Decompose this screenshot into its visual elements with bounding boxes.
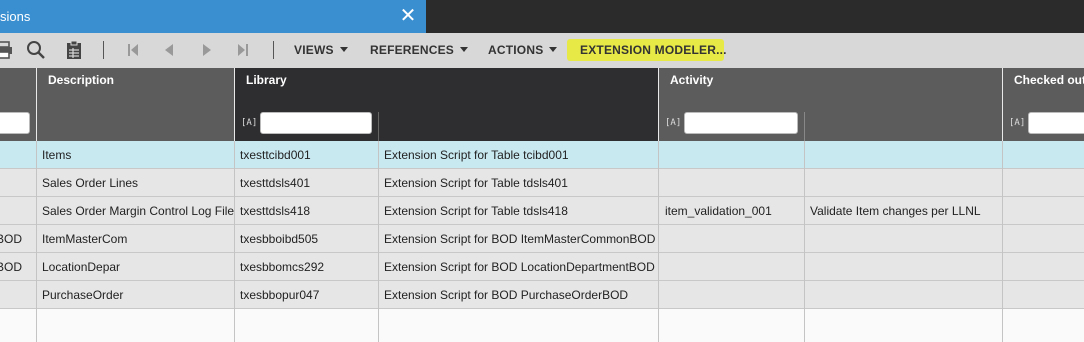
column-divider: [234, 141, 235, 342]
table-row[interactable]: PurchaseOrder txesbbopur047 Extension Sc…: [0, 281, 1084, 309]
print-icon[interactable]: [0, 39, 16, 61]
description-cell: Items: [42, 148, 72, 162]
header-divider: [36, 68, 37, 141]
library-cell: txesbbopur047: [240, 288, 320, 302]
library-description-cell: Extension Script for BOD LocationDepartm…: [384, 260, 655, 274]
row-prefix-cell: BOD: [0, 260, 23, 274]
column-divider: [1002, 141, 1003, 342]
chevron-down-icon: [339, 47, 348, 52]
table-row[interactable]: Sales Order Margin Control Log File txes…: [0, 197, 1084, 225]
views-menu[interactable]: VIEWS: [294, 43, 348, 57]
extension-modeler-label: EXTENSION MODELER...: [580, 43, 727, 57]
column-divider: [804, 141, 805, 342]
library-description-cell: Extension Script for Table tcibd001: [384, 148, 569, 162]
column-divider: [378, 141, 379, 342]
views-menu-label: VIEWS: [294, 43, 334, 57]
chevron-down-icon: [460, 47, 469, 52]
chevron-down-icon: [549, 47, 558, 52]
column-header-first: [0, 68, 36, 141]
last-record-icon[interactable]: [232, 39, 254, 61]
previous-record-icon[interactable]: [158, 39, 180, 61]
title-bar: sions ✕: [0, 0, 1084, 33]
filter-type-tag: [A]: [1009, 118, 1026, 128]
row-prefix-cell: BOD: [0, 232, 23, 246]
close-icon[interactable]: ✕: [398, 3, 418, 29]
table-row[interactable]: Items txesttcibd001 Extension Script for…: [0, 141, 1084, 169]
column-header-activity[interactable]: Activity [A]: [659, 68, 1002, 141]
tab-title: sions: [0, 9, 31, 24]
library-cell: txesttdsls418: [240, 204, 311, 218]
column-header-checked-out[interactable]: Checked out [A]: [1003, 68, 1084, 141]
empty-row: [0, 309, 1084, 342]
library-cell: txesbbomcs292: [240, 260, 325, 274]
next-record-icon[interactable]: [196, 39, 218, 61]
table-row[interactable]: BOD ItemMasterCom txesbboibd505 Extensio…: [0, 225, 1084, 253]
library-description-cell: Extension Script for BOD PurchaseOrderBO…: [384, 288, 629, 302]
references-menu[interactable]: REFERENCES: [370, 43, 469, 57]
toolbar-separator: [273, 41, 274, 59]
activity-filter-input[interactable]: [684, 112, 798, 134]
extension-modeler-button[interactable]: EXTENSION MODELER...: [580, 43, 727, 57]
actions-menu-label: ACTIONS: [488, 43, 544, 57]
column-divider: [36, 141, 37, 342]
library-description-cell: Extension Script for Table tdsls401: [384, 176, 568, 190]
library-cell: txesttcibd001: [240, 148, 311, 162]
column-divider: [658, 141, 659, 342]
header-divider: [1002, 68, 1003, 141]
actions-menu[interactable]: ACTIONS: [488, 43, 558, 57]
description-cell: ItemMasterCom: [42, 232, 128, 246]
table-icon[interactable]: [63, 39, 85, 61]
checked-out-header-label: Checked out: [1014, 73, 1084, 87]
filter-type-tag: [A]: [241, 118, 258, 128]
library-description-cell: Extension Script for Table tdsls418: [384, 204, 568, 218]
checked-out-filter-input[interactable]: [1028, 112, 1084, 134]
description-header-label: Description: [48, 73, 115, 87]
library-cell: txesttdsls401: [240, 176, 311, 190]
references-menu-label: REFERENCES: [370, 43, 455, 57]
header-divider: [234, 68, 235, 141]
library-cell: txesbboibd505: [240, 232, 319, 246]
description-cell: PurchaseOrder: [42, 288, 124, 302]
first-filter-input[interactable]: [0, 112, 30, 134]
activity-description-cell: Validate Item changes per LLNL: [810, 204, 981, 218]
table-row[interactable]: Sales Order Lines txesttdsls401 Extensio…: [0, 169, 1084, 197]
header-subdivider: [804, 112, 805, 141]
column-header-description[interactable]: Description: [37, 68, 234, 141]
description-cell: Sales Order Lines: [42, 176, 139, 190]
library-description-cell: Extension Script for BOD ItemMasterCommo…: [384, 232, 656, 246]
toolbar: VIEWS REFERENCES ACTIONS EXTENSION MODEL…: [0, 33, 1084, 69]
search-icon[interactable]: [25, 39, 47, 61]
library-header-label: Library: [246, 73, 287, 87]
activity-header-label: Activity: [670, 73, 714, 87]
header-divider: [658, 68, 659, 141]
column-header-library[interactable]: Library [A]: [235, 68, 658, 141]
description-cell: Sales Order Margin Control Log File: [42, 204, 234, 218]
filter-type-tag: [A]: [665, 118, 682, 128]
table-row[interactable]: BOD LocationDepar txesbbomcs292 Extensio…: [0, 253, 1084, 281]
toolbar-separator: [103, 41, 104, 59]
session-tab[interactable]: sions ✕: [0, 0, 426, 33]
description-cell: LocationDepar: [42, 260, 121, 274]
activity-cell: item_validation_001: [665, 204, 772, 218]
first-record-icon[interactable]: [122, 39, 144, 61]
header-subdivider: [378, 112, 379, 141]
library-filter-input[interactable]: [260, 112, 372, 134]
